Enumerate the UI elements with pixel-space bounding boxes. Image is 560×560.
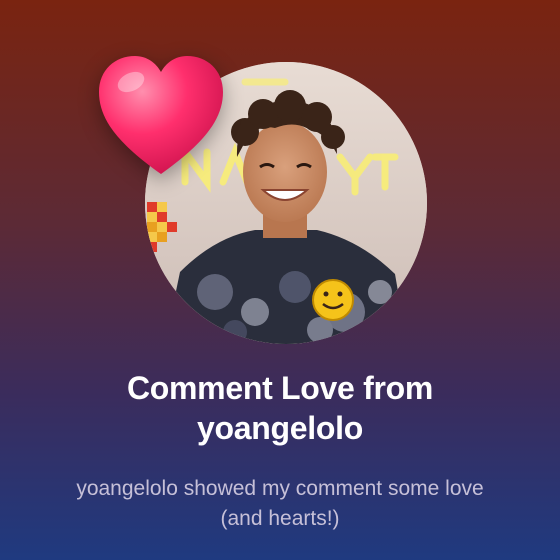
notification-subtitle: yoangelolo showed my comment some love (… <box>76 477 484 530</box>
notification-title: Comment Love from yoangelolo <box>126 370 434 446</box>
heart-icon <box>99 56 223 174</box>
comment-love-card: Comment Love from yoangelolo yoangelolo … <box>0 0 560 560</box>
